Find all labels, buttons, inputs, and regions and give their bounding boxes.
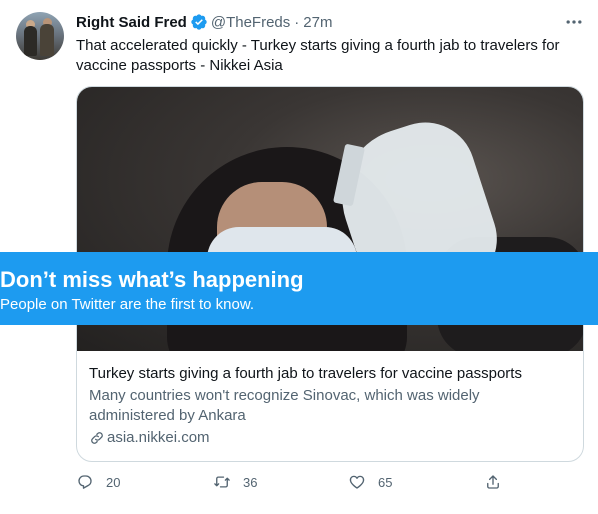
tweet-timestamp[interactable]: 27m	[303, 14, 332, 31]
card-description-line: Many countries won't recognize Sinovac, …	[89, 387, 480, 404]
like-count: 65	[378, 474, 393, 490]
verified-badge-icon	[191, 14, 207, 30]
reply-icon	[78, 475, 92, 489]
author-name[interactable]: Right Said Fred	[76, 14, 187, 31]
retweet-button[interactable]: 36	[213, 472, 257, 492]
link-icon	[91, 432, 103, 444]
card-body: Turkey starts giving a fourth jab to tra…	[77, 352, 583, 448]
signup-banner[interactable]: Don’t miss what’s happening People on Tw…	[0, 252, 598, 325]
card-description: Many countries won't recognize Sinovac, …	[89, 386, 571, 426]
retweet-icon	[214, 476, 230, 488]
share-button[interactable]	[484, 472, 514, 492]
card-domain-text: asia.nikkei.com	[107, 429, 210, 446]
card-description-line: administered by Ankara	[89, 407, 246, 424]
retweet-count: 36	[243, 474, 258, 490]
share-icon	[487, 475, 499, 489]
avatar-figure	[24, 26, 37, 56]
tweet-action-bar: 20 36 65	[76, 472, 576, 492]
avatar-figure	[40, 24, 54, 56]
tweet-text-line: vaccine passports - Nikkei Asia	[76, 57, 283, 74]
heart-icon	[349, 475, 365, 489]
avatar[interactable]	[16, 12, 64, 60]
banner-subtitle: People on Twitter are the first to know.	[0, 296, 255, 313]
more-horizontal-icon[interactable]	[564, 12, 584, 32]
tweet-header: Right Said Fred @TheFreds · 27m	[76, 12, 332, 32]
like-button[interactable]: 65	[348, 472, 392, 492]
separator-dot: ·	[294, 13, 300, 31]
tweet-text-line: That accelerated quickly - Turkey starts…	[76, 37, 560, 54]
card-title: Turkey starts giving a fourth jab to tra…	[89, 365, 522, 382]
reply-count: 20	[106, 474, 121, 490]
card-domain: asia.nikkei.com	[89, 428, 571, 448]
reply-button[interactable]: 20	[76, 472, 120, 492]
author-handle[interactable]: @TheFreds	[211, 14, 290, 31]
tweet-text: That accelerated quickly - Turkey starts…	[76, 36, 584, 76]
banner-title: Don’t miss what’s happening	[0, 267, 304, 292]
